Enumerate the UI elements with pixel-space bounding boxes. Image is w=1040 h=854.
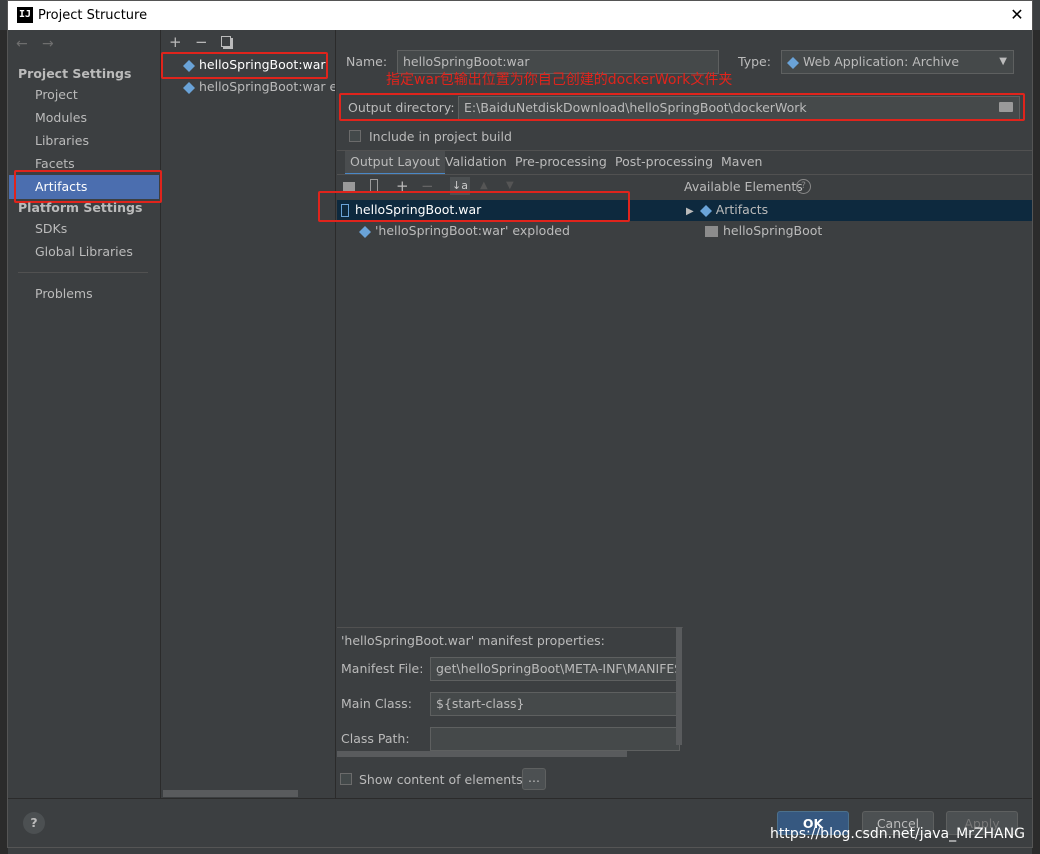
manifest-file-label: Manifest File: <box>341 661 424 676</box>
copy-icon[interactable] <box>221 36 231 47</box>
platform-settings-header: Platform Settings <box>18 200 143 215</box>
footer-divider <box>8 798 1032 799</box>
artifact-icon <box>699 204 712 217</box>
available-elements-header: Available Elements <box>684 179 803 194</box>
nav-item-global-libraries[interactable]: Global Libraries <box>35 244 133 259</box>
chevron-down-icon: ▼ <box>999 56 1007 67</box>
nav-item-problems[interactable]: Problems <box>35 286 93 301</box>
annotation-text: 指定war包输出位置为你自己创建的dockerWork文件夹 <box>386 72 733 88</box>
artifacts-list-panel <box>162 30 336 798</box>
artifact-label: helloSpringBoot:war exploded <box>199 79 335 94</box>
available-module-label: helloSpringBoot <box>723 223 823 238</box>
web-app-icon <box>787 56 799 69</box>
artifact-icon <box>183 81 195 94</box>
name-label: Name: <box>346 54 388 69</box>
window-title: Project Structure <box>38 8 148 23</box>
include-in-build-checkbox[interactable] <box>349 130 361 142</box>
vertical-scrollbar[interactable] <box>676 627 682 745</box>
type-value: Web Application: Archive <box>803 54 960 69</box>
main-class-field[interactable]: ${start-class} <box>430 692 680 716</box>
tab-post-processing[interactable]: Post-processing <box>610 151 718 173</box>
manifest-title: 'helloSpringBoot.war' manifest propertie… <box>341 633 605 648</box>
tab-pre-processing[interactable]: Pre-processing <box>510 151 612 173</box>
highlight-output-directory <box>339 93 1025 121</box>
manifest-file-field[interactable]: get\helloSpringBoot\META-INF\MANIFEST. <box>430 657 680 681</box>
highlight-war-artifact <box>161 52 328 79</box>
type-label: Type: <box>738 54 771 69</box>
available-artifacts-label: Artifacts <box>715 202 769 217</box>
project-settings-header: Project Settings <box>18 66 132 81</box>
nav-item-libraries[interactable]: Libraries <box>35 133 89 148</box>
move-down-icon: ▼ <box>506 180 514 191</box>
horizontal-scrollbar-manifest[interactable] <box>337 751 627 757</box>
close-button[interactable]: ✕ <box>1006 5 1028 25</box>
title-bar: IJ Project Structure ✕ <box>8 1 1032 30</box>
nav-item-project[interactable]: Project <box>35 87 78 102</box>
remove-icon[interactable]: − <box>195 33 208 51</box>
ellipsis-button[interactable]: ... <box>522 768 546 790</box>
nav-item-sdks[interactable]: SDKs <box>35 221 67 236</box>
module-folder-icon <box>705 226 718 237</box>
tabs-bottom-line <box>337 174 1032 175</box>
include-in-build-label: Include in project build <box>369 129 512 144</box>
tab-maven[interactable]: Maven <box>716 151 767 173</box>
nav-divider <box>18 272 148 273</box>
nav-item-facets[interactable]: Facets <box>35 156 75 171</box>
exploded-node[interactable]: 'helloSpringBoot:war' exploded <box>359 221 570 241</box>
artifact-icon <box>359 225 371 238</box>
available-module-node[interactable]: helloSpringBoot <box>705 221 822 241</box>
horizontal-scrollbar[interactable] <box>163 790 298 797</box>
class-path-label: Class Path: <box>341 731 410 746</box>
tab-output-layout[interactable]: Output Layout <box>345 151 445 175</box>
move-up-icon: ▲ <box>480 180 488 191</box>
class-path-field[interactable] <box>430 727 680 751</box>
artifact-list-item[interactable]: helloSpringBoot:war exploded <box>163 76 335 98</box>
manifest-divider <box>337 627 683 628</box>
forward-arrow-icon[interactable]: → <box>42 36 54 52</box>
back-arrow-icon[interactable]: ← <box>16 36 28 52</box>
highlight-war-root <box>318 191 630 222</box>
intellij-icon: IJ <box>17 7 33 23</box>
help-button[interactable]: ? <box>23 812 45 834</box>
add-icon[interactable]: + <box>169 33 182 51</box>
background-right <box>1032 30 1040 854</box>
type-select[interactable]: Web Application: Archive ▼ <box>781 50 1014 74</box>
show-content-checkbox[interactable] <box>340 773 352 785</box>
highlight-artifacts <box>14 170 162 203</box>
main-class-label: Main Class: <box>341 696 412 711</box>
nav-item-modules[interactable]: Modules <box>35 110 87 125</box>
exploded-label: 'helloSpringBoot:war' exploded <box>375 223 570 238</box>
expand-arrow-icon[interactable]: ▶ <box>686 206 694 217</box>
help-circle-icon[interactable]: ? <box>796 179 811 194</box>
watermark-text: https://blog.csdn.net/java_MrZHANG <box>770 826 1025 842</box>
show-content-label: Show content of elements <box>359 772 523 787</box>
tab-validation[interactable]: Validation <box>440 151 512 173</box>
available-artifacts-node[interactable]: ▶ Artifacts <box>686 200 768 220</box>
